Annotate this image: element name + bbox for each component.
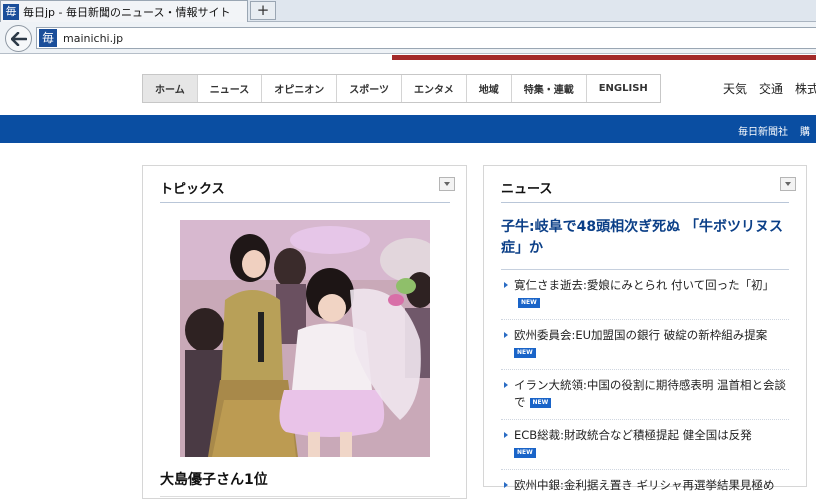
news-item[interactable]: 寛仁さま逝去:愛娘にみとられ 付いて回った「初」 NEW xyxy=(501,269,789,319)
nav-item-entertainment[interactable]: エンタメ xyxy=(402,75,467,102)
news-item-text: イラン大統領:中国の役割に期待感表明 温首相と会談で xyxy=(514,378,787,409)
new-badge: NEW xyxy=(529,397,552,408)
news-item[interactable]: イラン大統領:中国の役割に期待感表明 温首相と会談で NEW xyxy=(501,369,789,419)
subscribe-link[interactable]: 購 xyxy=(800,123,810,138)
browser-tab[interactable]: 毎 毎日jp - 毎日新聞のニュース・情報サイト xyxy=(0,0,248,22)
utility-links: 天気 交通 株式 xyxy=(723,80,816,97)
news-divider xyxy=(501,202,789,203)
topics-divider xyxy=(160,202,450,203)
nav-item-home[interactable]: ホーム xyxy=(143,75,198,102)
weather-link[interactable]: 天気 xyxy=(723,80,747,97)
news-item-text: 寛仁さま逝去:愛娘にみとられ 付いて回った「初」 xyxy=(514,278,775,292)
address-bar[interactable]: 毎 mainichi.jp xyxy=(36,27,816,49)
new-tab-button[interactable]: + xyxy=(250,1,276,20)
back-arrow-icon xyxy=(10,31,27,46)
topics-collapse-toggle[interactable] xyxy=(439,177,455,191)
topic-photo[interactable] xyxy=(180,220,430,457)
news-headline[interactable]: 子牛:岐阜で48頭相次ぎ死ぬ 「牛ボツリヌス症」か xyxy=(501,217,793,259)
site-navigation: ホーム ニュース オピニオン スポーツ エンタメ 地域 特集・連載 ENGLIS… xyxy=(142,74,661,103)
nav-item-english[interactable]: ENGLISH xyxy=(587,75,660,102)
news-item[interactable]: 欧州中銀:金利据え置き ギリシャ再選挙結果見極め xyxy=(501,469,789,499)
news-list: 寛仁さま逝去:愛娘にみとられ 付いて回った「初」 NEW 欧州委員会:EU加盟国の… xyxy=(501,269,789,499)
news-heading: ニュース xyxy=(501,182,553,197)
header-banner-graphic xyxy=(392,55,816,60)
news-item[interactable]: ECB総裁:財政統合など積極提起 健全国は反発 NEW xyxy=(501,419,789,469)
nav-item-news[interactable]: ニュース xyxy=(198,75,263,102)
new-badge: NEW xyxy=(514,447,536,458)
nav-item-features[interactable]: 特集・連載 xyxy=(512,75,587,102)
new-badge: NEW xyxy=(518,297,540,308)
news-item[interactable]: 欧州委員会:EU加盟国の銀行 破綻の新枠組み提案 NEW xyxy=(501,319,789,369)
back-button[interactable] xyxy=(5,25,32,52)
mainichi-company-link[interactable]: 毎日新聞社 xyxy=(738,123,788,138)
news-item-text: ECB総裁:財政統合など積極提起 健全国は反発 xyxy=(514,428,752,442)
site-identity-icon: 毎 xyxy=(39,29,57,47)
tab-bar: 毎 毎日jp - 毎日新聞のニュース・情報サイト + xyxy=(0,0,816,22)
topics-heading: トピックス xyxy=(160,182,225,197)
topic-divider xyxy=(160,496,450,497)
news-item-text: 欧州委員会:EU加盟国の銀行 破綻の新枠組み提案 xyxy=(514,328,768,342)
stocks-link[interactable]: 株式 xyxy=(795,80,816,97)
blue-header-bar: 毎日新聞社 購 xyxy=(0,115,816,143)
news-panel: ニュース 子牛:岐阜で48頭相次ぎ死ぬ 「牛ボツリヌス症」か 寛仁さま逝去:愛娘… xyxy=(483,165,807,492)
topic-photo-image xyxy=(180,220,430,457)
navigation-toolbar: 毎 mainichi.jp xyxy=(0,22,816,54)
traffic-link[interactable]: 交通 xyxy=(759,80,783,97)
mainichi-favicon-icon: 毎 xyxy=(3,3,19,20)
tab-title: 毎日jp - 毎日新聞のニュース・情報サイト xyxy=(23,5,231,19)
topics-panel: トピックス 大島優子さん1位 xyxy=(142,165,467,499)
news-item-text: 欧州中銀:金利据え置き ギリシャ再選挙結果見極め xyxy=(514,478,775,492)
nav-item-opinion[interactable]: オピニオン xyxy=(262,75,338,102)
news-collapse-toggle[interactable] xyxy=(780,177,796,191)
nav-item-sports[interactable]: スポーツ xyxy=(337,75,403,102)
topic-caption[interactable]: 大島優子さん1位 xyxy=(160,469,268,489)
new-badge: NEW xyxy=(514,347,536,358)
nav-item-region[interactable]: 地域 xyxy=(467,75,512,102)
url-text[interactable]: mainichi.jp xyxy=(63,32,123,45)
